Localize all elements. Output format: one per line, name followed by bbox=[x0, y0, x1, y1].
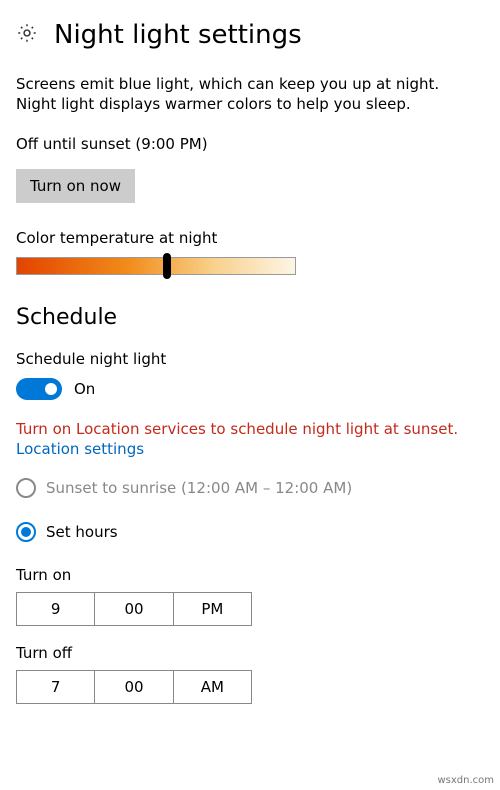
turn-on-ampm[interactable]: PM bbox=[174, 593, 251, 625]
turn-on-time-picker[interactable]: 9 00 PM bbox=[16, 592, 252, 626]
radio-sunset-label: Sunset to sunrise (12:00 AM – 12:00 AM) bbox=[46, 479, 352, 497]
location-settings-link[interactable]: Location settings bbox=[16, 440, 144, 458]
toggle-knob bbox=[45, 383, 57, 395]
turn-off-minute[interactable]: 00 bbox=[95, 671, 173, 703]
turn-off-time-picker[interactable]: 7 00 AM bbox=[16, 670, 252, 704]
page-header: Night light settings bbox=[16, 20, 484, 50]
gear-icon bbox=[16, 22, 38, 48]
turn-off-label: Turn off bbox=[16, 644, 484, 662]
toggle-state-text: On bbox=[74, 380, 95, 398]
radio-set-hours[interactable] bbox=[16, 522, 36, 542]
turn-on-minute[interactable]: 00 bbox=[95, 593, 173, 625]
watermark: wsxdn.com bbox=[437, 775, 494, 786]
color-temp-label: Color temperature at night bbox=[16, 229, 484, 247]
status-text: Off until sunset (9:00 PM) bbox=[16, 135, 484, 153]
page-title: Night light settings bbox=[54, 20, 302, 50]
turn-off-hour[interactable]: 7 bbox=[17, 671, 95, 703]
slider-thumb[interactable] bbox=[163, 253, 171, 279]
color-temp-slider[interactable] bbox=[16, 257, 296, 275]
description-text: Screens emit blue light, which can keep … bbox=[16, 74, 484, 115]
turn-on-label: Turn on bbox=[16, 566, 484, 584]
schedule-heading: Schedule bbox=[16, 305, 484, 330]
location-error-text: Turn on Location services to schedule ni… bbox=[16, 420, 484, 438]
radio-sunset-to-sunrise bbox=[16, 478, 36, 498]
turn-on-hour[interactable]: 9 bbox=[17, 593, 95, 625]
radio-set-hours-label: Set hours bbox=[46, 523, 118, 541]
schedule-toggle-label: Schedule night light bbox=[16, 350, 484, 368]
turn-on-now-button[interactable]: Turn on now bbox=[16, 169, 135, 203]
schedule-toggle[interactable] bbox=[16, 378, 62, 400]
turn-off-ampm[interactable]: AM bbox=[174, 671, 251, 703]
